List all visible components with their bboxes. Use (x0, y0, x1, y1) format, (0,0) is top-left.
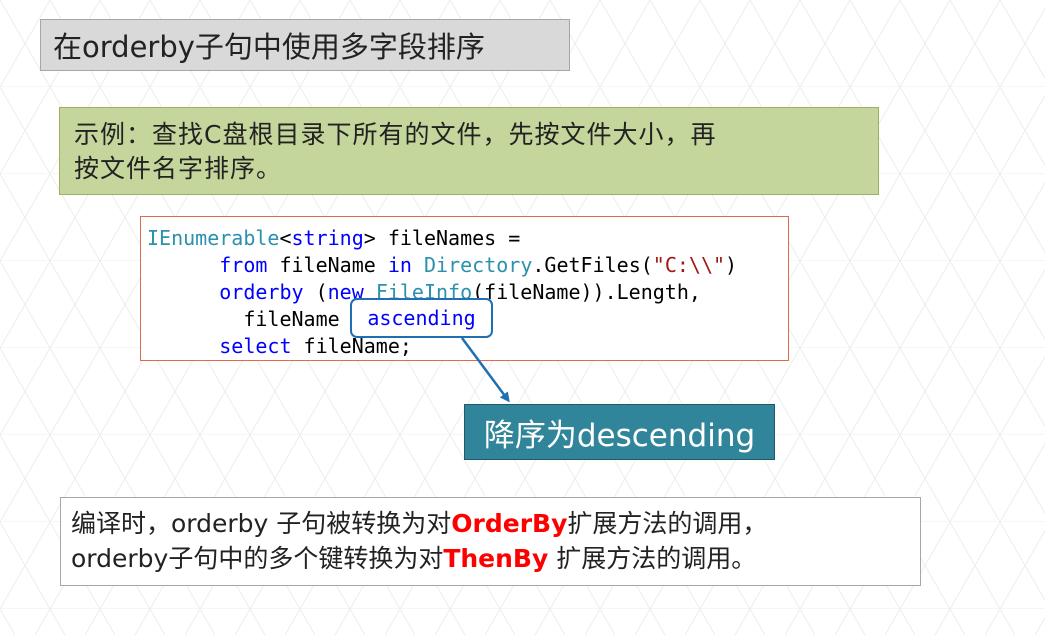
note-line-2: orderby子句中的多个键转换为对ThenBy 扩展方法的调用。 (71, 541, 910, 576)
compile-note: 编译时，orderby 子句被转换为对OrderBy扩展方法的调用， order… (60, 497, 921, 586)
code-keyword-orderby: orderby (219, 280, 304, 304)
code-lt: < (279, 226, 292, 250)
code-keyword-string: string (291, 226, 364, 250)
code-line-3-rest: (fileName)).Length, (472, 280, 701, 304)
code-line-2-call: .GetFiles( (532, 253, 653, 277)
code-line-4-filename: fileName (243, 307, 340, 331)
descending-callout: 降序为descending (464, 404, 775, 460)
orderby-method-name: OrderBy (451, 509, 568, 538)
code-line-2-mid: fileName (267, 253, 388, 277)
example-description: 示例：查找C盘根目录下所有的文件，先按文件大小，再 按文件名字排序。 (59, 107, 879, 195)
note-line-2-start: orderby子句中的多个键转换为对 (71, 544, 444, 573)
code-keyword-select: select (219, 334, 292, 358)
example-line-1: 示例：查找C盘根目录下所有的文件，先按文件大小，再 (74, 120, 717, 149)
note-line-1-end: 扩展方法的调用， (567, 509, 768, 538)
thenby-method-name: ThenBy (443, 544, 549, 573)
code-line-1-rest: > fileNames = (363, 226, 521, 250)
code-sample: IEnumerable<string> fileNames = from fil… (140, 216, 789, 361)
code-line-3-open: ( (303, 280, 328, 304)
ascending-highlight: ascending (350, 298, 493, 338)
code-block: IEnumerable<string> fileNames = from fil… (147, 225, 737, 360)
code-keyword-from: from (219, 253, 268, 277)
code-line-2-end: ) (725, 253, 738, 277)
note-line-1-start: 编译时，orderby 子句被转换为对 (71, 509, 452, 538)
note-line-2-end: 扩展方法的调用。 (548, 544, 757, 573)
example-line-2: 按文件名字排序。 (74, 154, 283, 183)
code-string-path: "C:\\" (652, 253, 726, 277)
code-keyword-in: in (387, 253, 412, 277)
code-type-ienumerable: IEnumerable (147, 226, 280, 250)
descending-callout-text: 降序为descending (483, 417, 756, 454)
slide-title-text: 在orderby子句中使用多字段排序 (53, 30, 485, 64)
note-line-1: 编译时，orderby 子句被转换为对OrderBy扩展方法的调用， (71, 506, 910, 541)
code-type-directory: Directory (423, 253, 533, 277)
ascending-keyword: ascending (367, 306, 476, 330)
slide-title: 在orderby子句中使用多字段排序 (40, 19, 570, 71)
